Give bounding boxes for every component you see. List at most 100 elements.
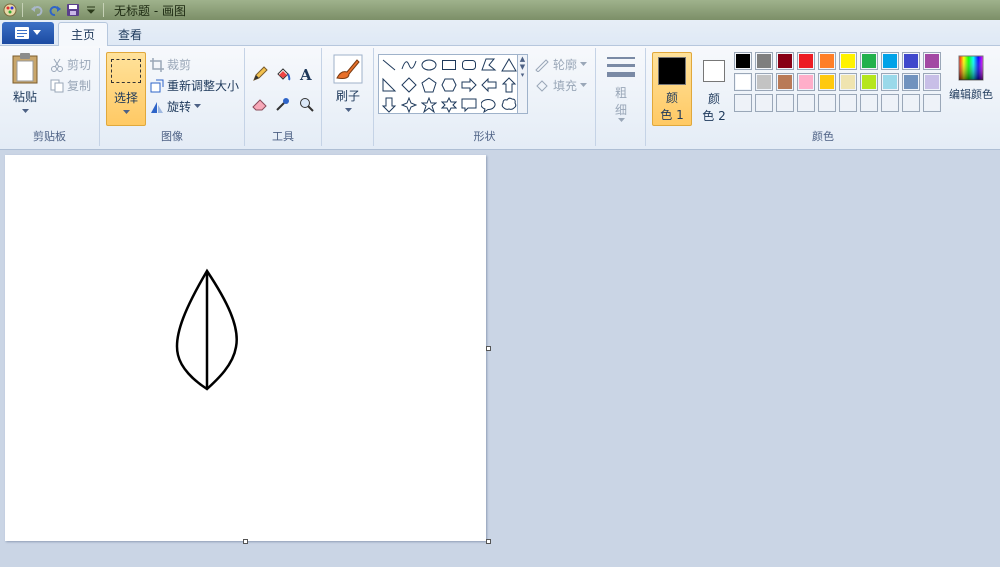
color2-button[interactable]: 颜 色 2 xyxy=(696,52,732,126)
diamond-shape[interactable] xyxy=(399,75,419,95)
color-swatch[interactable] xyxy=(860,73,878,91)
pentagon-shape[interactable] xyxy=(419,75,439,95)
hexagon-shape[interactable] xyxy=(439,75,459,95)
fill-tool[interactable] xyxy=(273,64,293,84)
color-swatch[interactable] xyxy=(755,73,773,91)
color-swatch[interactable] xyxy=(881,73,899,91)
up-arrow-shape[interactable] xyxy=(499,75,519,95)
cut-button[interactable]: 剪切 xyxy=(50,56,91,73)
color-swatch[interactable] xyxy=(902,73,920,91)
brushes-group: 刷子 xyxy=(322,48,374,146)
triangle-shape[interactable] xyxy=(499,55,519,75)
shapes-group-label: 形状 xyxy=(473,130,496,143)
right-arrow-shape[interactable] xyxy=(459,75,479,95)
five-point-star-shape[interactable] xyxy=(419,95,439,115)
custom-color-slot[interactable] xyxy=(734,94,752,112)
brush-button[interactable]: 刷子 xyxy=(328,54,368,113)
color-swatch[interactable] xyxy=(902,52,920,70)
swatch-fill xyxy=(925,96,939,110)
rounded-rectangle-shape[interactable] xyxy=(459,55,479,75)
tab-view[interactable]: 查看 xyxy=(106,22,154,46)
rotate-button[interactable]: 旋转 xyxy=(150,98,202,115)
edit-colors-button[interactable]: 编辑颜色 xyxy=(944,54,998,102)
down-arrow-shape[interactable] xyxy=(379,95,399,115)
custom-color-slot[interactable] xyxy=(881,94,899,112)
size-label-bottom: 细 xyxy=(614,103,627,117)
color-swatch[interactable] xyxy=(818,52,836,70)
resize-button[interactable]: 重新调整大小 xyxy=(150,77,239,94)
canvas-resize-handle-bottom[interactable] xyxy=(243,539,248,544)
color-swatch[interactable] xyxy=(797,52,815,70)
shapes-gallery-scrollbar[interactable]: ▲ ▼ ▾ xyxy=(518,54,528,114)
separator xyxy=(22,3,23,17)
custom-color-slot[interactable] xyxy=(902,94,920,112)
color-picker-tool[interactable] xyxy=(273,94,293,114)
crop-button[interactable]: 裁剪 xyxy=(150,56,191,73)
color-swatch[interactable] xyxy=(923,52,941,70)
six-point-star-shape[interactable] xyxy=(439,95,459,115)
color1-swatch xyxy=(658,57,686,85)
undo-icon[interactable] xyxy=(29,2,45,18)
colors-group: 颜 色 1 颜 色 2 编辑颜色 颜色 xyxy=(646,48,1000,146)
custom-color-slot[interactable] xyxy=(797,94,815,112)
line-size-icon xyxy=(607,57,635,77)
right-triangle-shape[interactable] xyxy=(379,75,399,95)
color-swatch[interactable] xyxy=(881,52,899,70)
save-icon[interactable] xyxy=(65,2,81,18)
swatch-fill xyxy=(757,75,771,89)
color-spectrum-icon xyxy=(958,55,984,81)
fill-button[interactable]: 填充 xyxy=(534,77,588,94)
custom-color-slot[interactable] xyxy=(755,94,773,112)
polygon-shape[interactable] xyxy=(479,55,499,75)
color-swatch[interactable] xyxy=(839,73,857,91)
custom-color-slot[interactable] xyxy=(839,94,857,112)
oval-shape[interactable] xyxy=(419,55,439,75)
color-swatch[interactable] xyxy=(734,52,752,70)
outline-button[interactable]: 轮廓 xyxy=(534,56,588,73)
select-label: 选择 xyxy=(113,91,138,105)
color-swatch[interactable] xyxy=(776,73,794,91)
color-swatch[interactable] xyxy=(818,73,836,91)
paint-app-icon[interactable] xyxy=(2,2,18,18)
customize-quick-access-icon[interactable] xyxy=(83,2,99,18)
custom-color-slot[interactable] xyxy=(923,94,941,112)
canvas-resize-handle-corner[interactable] xyxy=(486,539,491,544)
custom-color-slot[interactable] xyxy=(860,94,878,112)
oval-icon xyxy=(421,59,437,71)
paint-menu-button[interactable] xyxy=(2,22,54,44)
eraser-tool[interactable] xyxy=(250,94,270,114)
drawing-canvas[interactable] xyxy=(5,155,486,541)
image-group-label: 图像 xyxy=(161,130,183,143)
select-button[interactable]: 选择 xyxy=(106,52,146,126)
custom-color-slot[interactable] xyxy=(776,94,794,112)
color-swatch[interactable] xyxy=(755,52,773,70)
curve-shape[interactable] xyxy=(399,55,419,75)
left-arrow-shape[interactable] xyxy=(479,75,499,95)
magnifier-tool[interactable] xyxy=(296,94,316,114)
eyedropper-icon xyxy=(276,98,289,111)
text-tool[interactable]: A xyxy=(296,64,316,84)
color-swatch[interactable] xyxy=(776,52,794,70)
size-button[interactable]: 粗 细 xyxy=(602,54,640,123)
color-swatch[interactable] xyxy=(797,73,815,91)
oval-callout-shape[interactable] xyxy=(479,95,499,115)
color-swatch[interactable] xyxy=(839,52,857,70)
color-swatch[interactable] xyxy=(860,52,878,70)
rect-callout-shape[interactable] xyxy=(459,95,479,115)
copy-button[interactable]: 复制 xyxy=(50,77,91,94)
custom-color-slot[interactable] xyxy=(818,94,836,112)
line-shape[interactable] xyxy=(379,55,399,75)
color-swatch[interactable] xyxy=(923,73,941,91)
redo-icon[interactable] xyxy=(47,2,63,18)
cloud-callout-shape[interactable] xyxy=(499,95,519,115)
pencil-tool[interactable] xyxy=(250,64,270,84)
color1-button[interactable]: 颜 色 1 xyxy=(652,52,692,126)
color-swatch[interactable] xyxy=(734,73,752,91)
swatch-fill xyxy=(736,96,750,110)
canvas-resize-handle-right[interactable] xyxy=(486,346,491,351)
four-point-star-shape[interactable] xyxy=(399,95,419,115)
swatch-fill xyxy=(736,75,750,89)
rectangle-shape[interactable] xyxy=(439,55,459,75)
paste-button[interactable]: 粘贴 xyxy=(6,52,44,114)
tab-home[interactable]: 主页 xyxy=(58,22,109,46)
